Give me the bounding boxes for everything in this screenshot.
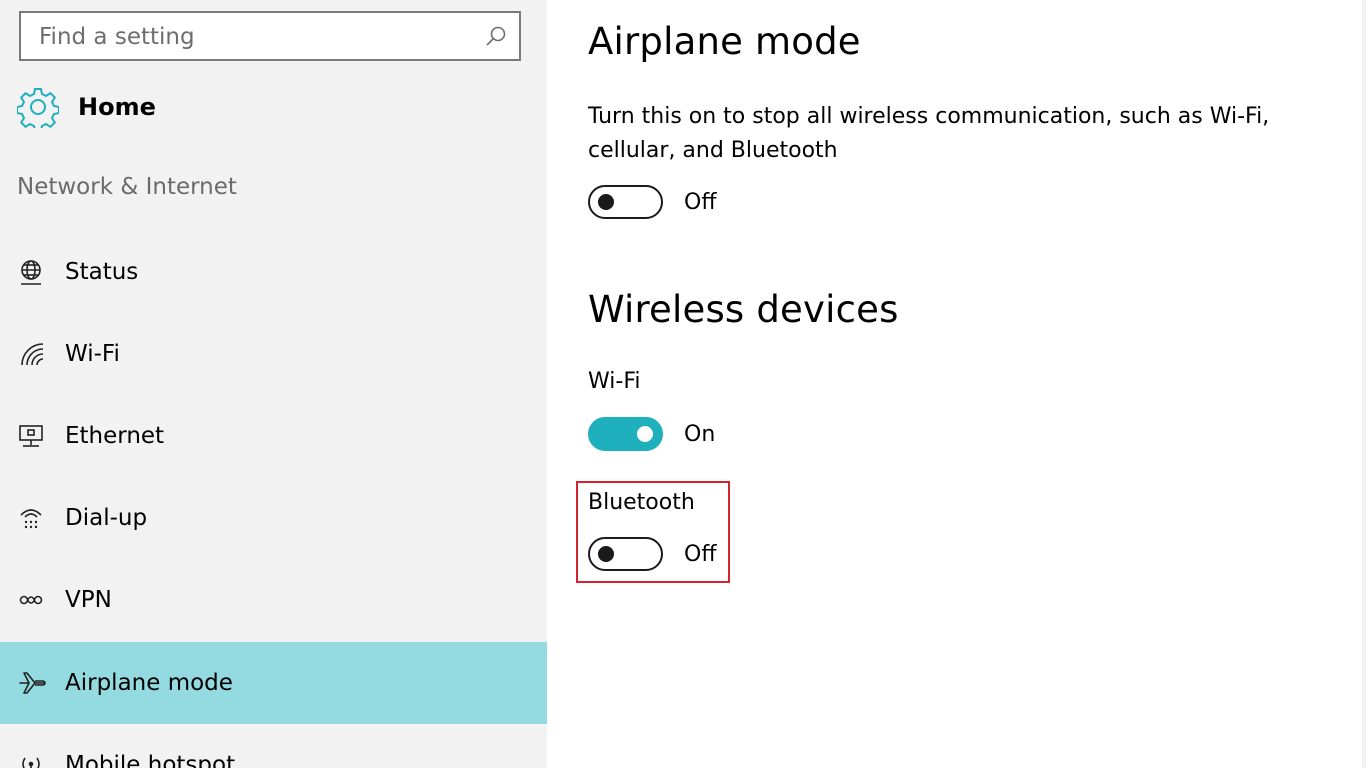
- sidebar-item-dialup[interactable]: Dial-up: [0, 477, 547, 559]
- sidebar-item-label: Ethernet: [65, 423, 165, 449]
- sidebar-item-label: Wi-Fi: [65, 341, 120, 367]
- toggle-knob: [598, 194, 614, 210]
- settings-window: Find a setting Home Network & Internet S…: [0, 0, 1366, 768]
- wifi-icon: [21, 343, 44, 366]
- airplane-icon: [19, 672, 46, 694]
- sidebar-item-label: Mobile hotspot: [65, 752, 236, 768]
- search-icon[interactable]: [483, 24, 509, 50]
- toggle-knob: [637, 426, 653, 442]
- bluetooth-toggle-row: Off: [588, 536, 716, 572]
- search-input[interactable]: Find a setting: [19, 11, 521, 61]
- airplane-mode-toggle-row: Off: [588, 184, 716, 220]
- airplane-mode-state: Off: [684, 189, 717, 215]
- page-title: Airplane mode: [588, 20, 861, 63]
- sidebar-item-ethernet[interactable]: Ethernet: [0, 395, 547, 477]
- sidebar-item-label: Dial-up: [65, 505, 148, 531]
- sidebar: Find a setting Home Network & Internet S…: [0, 0, 547, 768]
- wifi-state: On: [684, 421, 716, 447]
- sidebar-item-wifi[interactable]: Wi-Fi: [0, 313, 547, 395]
- globe-icon: [21, 260, 41, 285]
- main-content: Airplane mode Turn this on to stop all w…: [547, 0, 1366, 768]
- ethernet-icon: [19, 425, 43, 447]
- sidebar-item-status[interactable]: Status: [0, 231, 547, 313]
- section-title: Network & Internet: [17, 174, 237, 200]
- home-button[interactable]: Home: [17, 85, 156, 129]
- bluetooth-label: Bluetooth: [588, 490, 695, 515]
- sidebar-item-label: Status: [65, 259, 139, 285]
- airplane-mode-toggle[interactable]: [588, 185, 663, 219]
- vpn-icon: [19, 595, 43, 605]
- sidebar-item-mobile-hotspot[interactable]: Mobile hotspot: [0, 724, 547, 768]
- airplane-description: Turn this on to stop all wireless commun…: [588, 104, 1270, 163]
- sidebar-item-airplane-mode[interactable]: Airplane mode: [0, 642, 547, 724]
- sidebar-item-label: Airplane mode: [65, 670, 233, 696]
- wifi-toggle-row: On: [588, 416, 715, 452]
- gear-icon: [17, 88, 59, 128]
- wireless-devices-title: Wireless devices: [588, 288, 899, 331]
- toggle-knob: [598, 546, 614, 562]
- dialup-icon: [20, 509, 42, 529]
- home-label: Home: [78, 93, 156, 121]
- hotspot-icon: [22, 757, 40, 768]
- search-placeholder: Find a setting: [39, 24, 195, 50]
- bluetooth-state: Off: [684, 541, 717, 567]
- bluetooth-toggle[interactable]: [588, 537, 663, 571]
- wifi-label: Wi-Fi: [588, 369, 641, 394]
- wifi-toggle[interactable]: [588, 417, 663, 451]
- sidebar-item-vpn[interactable]: VPN: [0, 559, 547, 641]
- sidebar-item-label: VPN: [65, 587, 112, 613]
- scrollbar[interactable]: [1362, 0, 1366, 768]
